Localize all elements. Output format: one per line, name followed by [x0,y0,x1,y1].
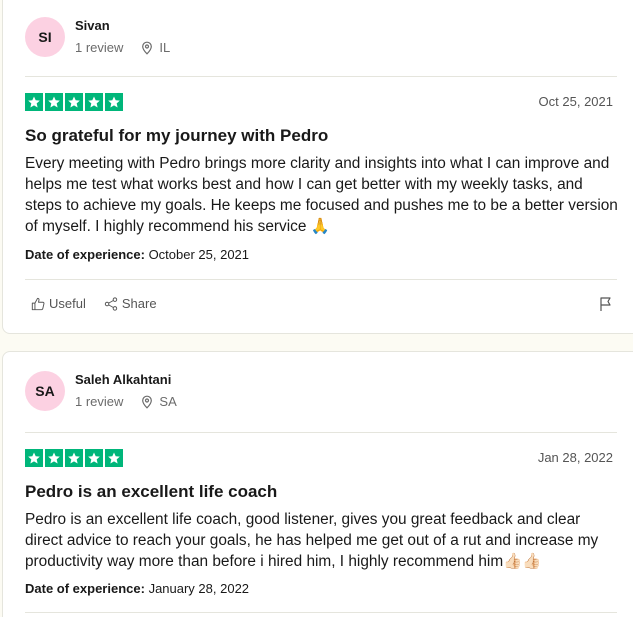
date-of-experience: Date of experience: January 28, 2022 [25,581,249,596]
review-date: Oct 25, 2021 [538,94,613,109]
share-button[interactable]: Share [104,296,157,311]
reviewer-name[interactable]: Saleh Alkahtani [75,371,177,388]
reviewer-info: Saleh Alkahtani 1 review SA [75,371,177,410]
review-card: SI Sivan 1 review IL Oct 25, 2021 So gra… [2,0,633,334]
useful-button[interactable]: Useful [31,296,86,311]
useful-label: Useful [49,296,86,311]
star-icon [25,449,43,467]
review-card: SA Saleh Alkahtani 1 review SA Jan 28, 2… [2,351,633,617]
star-icon [65,93,83,111]
review-title[interactable]: Pedro is an excellent life coach [25,482,277,502]
avatar[interactable]: SA [25,371,65,411]
date-of-experience-label: Date of experience: [25,247,145,262]
star-rating [25,449,123,467]
thumbs-up-icon [31,297,45,310]
reviewer-header[interactable]: SA Saleh Alkahtani 1 review SA [25,371,177,411]
location-pin-icon [141,395,153,409]
reviews-page: SI Sivan 1 review IL Oct 25, 2021 So gra… [0,0,633,617]
divider [25,76,617,77]
divider [25,279,617,280]
divider [25,612,617,613]
date-of-experience-label: Date of experience: [25,581,145,596]
review-count: 1 review [75,394,124,409]
date-of-experience-value: October 25, 2021 [148,247,250,262]
star-rating [25,93,123,111]
date-of-experience-value: January 28, 2022 [148,581,250,596]
review-title[interactable]: So grateful for my journey with Pedro [25,126,328,146]
divider [25,432,617,433]
review-date: Jan 28, 2022 [537,450,613,465]
star-icon [45,93,63,111]
star-icon [85,449,103,467]
review-body: Pedro is an excellent life coach, good l… [25,511,599,570]
share-icon [104,296,118,311]
reviewer-header[interactable]: SI Sivan 1 review IL [25,17,170,57]
location-pin-icon [141,41,153,55]
reviewer-location: IL [159,40,171,55]
star-icon [45,449,63,467]
star-icon [25,93,43,111]
share-label: Share [121,296,157,311]
reviewer-meta: 1 review SA [75,394,177,410]
reviewer-name[interactable]: Sivan [75,17,170,34]
star-icon [105,449,123,467]
report-flag-icon[interactable] [599,296,613,317]
reviewer-meta: 1 review IL [75,40,170,56]
reviewer-info: Sivan 1 review IL [75,17,170,56]
star-icon [85,93,103,111]
review-body: Every meeting with Pedro brings more cla… [25,155,618,235]
star-icon [65,449,83,467]
review-actions: Useful Share [31,296,175,311]
reviewer-location: SA [159,394,177,409]
review-count: 1 review [75,40,124,55]
star-icon [105,93,123,111]
date-of-experience: Date of experience: October 25, 2021 [25,247,249,262]
avatar[interactable]: SI [25,17,65,57]
